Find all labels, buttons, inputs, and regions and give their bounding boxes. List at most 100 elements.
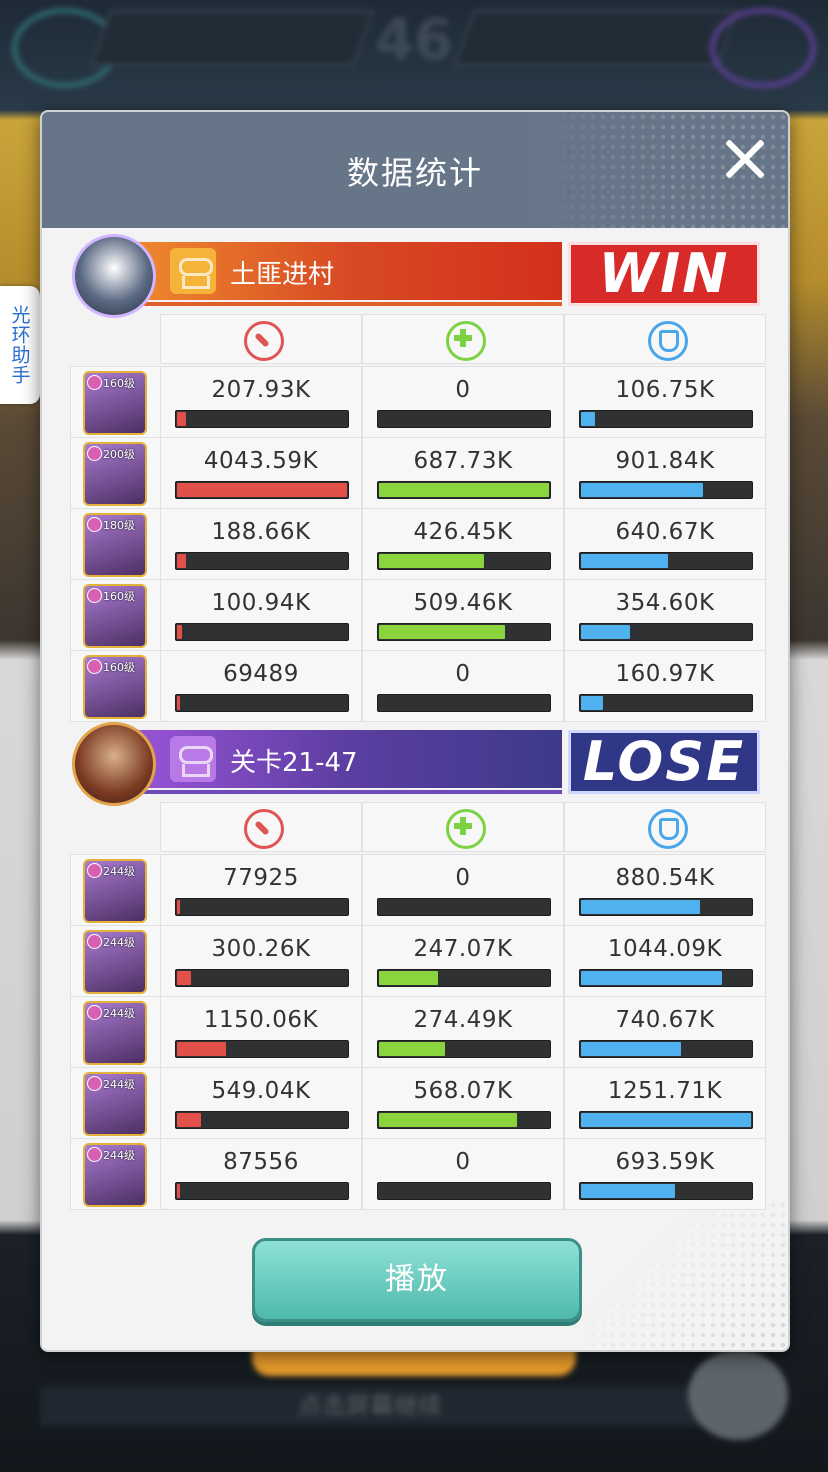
hero-portrait[interactable]: 244级 bbox=[83, 930, 147, 994]
defense-cell: 901.84K bbox=[564, 437, 766, 509]
heal-value: 426.45K bbox=[413, 519, 513, 545]
defense-value: 160.97K bbox=[615, 661, 715, 687]
hero-portrait[interactable]: 200级 bbox=[83, 442, 147, 506]
hero-level: 160级 bbox=[103, 377, 135, 390]
hero-level: 160级 bbox=[103, 590, 135, 603]
dialog-title: 数据统计 bbox=[346, 154, 483, 192]
background-hint: 点击屏幕继续 bbox=[40, 1386, 700, 1426]
heal-value: 274.49K bbox=[413, 1007, 513, 1033]
heal-bar-track bbox=[377, 1182, 551, 1200]
damage-bar-fill bbox=[177, 971, 191, 985]
heal-bar-track bbox=[377, 410, 551, 428]
damage-value: 188.66K bbox=[211, 519, 311, 545]
heal-cell: 0 bbox=[362, 366, 564, 438]
close-icon[interactable] bbox=[722, 136, 766, 180]
defense-bar-track bbox=[579, 481, 753, 499]
heal-cell: 274.49K bbox=[362, 996, 564, 1068]
hero-level: 160级 bbox=[103, 661, 135, 674]
defense-bar-track bbox=[579, 1111, 753, 1129]
faction-flag-icon bbox=[170, 248, 216, 294]
lose-badge: LOSE bbox=[568, 730, 760, 794]
hero-portrait[interactable]: 244级 bbox=[83, 859, 147, 923]
heal-bar-track bbox=[377, 1040, 551, 1058]
defense-value: 640.67K bbox=[615, 519, 715, 545]
hero-portrait[interactable]: 244级 bbox=[83, 1072, 147, 1136]
team-name: 关卡21-47 bbox=[230, 748, 358, 778]
damage-value: 100.94K bbox=[211, 590, 311, 616]
damage-cell: 77925 bbox=[160, 854, 362, 926]
defense-value: 740.67K bbox=[615, 1007, 715, 1033]
damage-bar-track bbox=[175, 694, 349, 712]
defense-bar-track bbox=[579, 410, 753, 428]
defense-cell: 740.67K bbox=[564, 996, 766, 1068]
win-badge: WIN bbox=[568, 242, 760, 306]
background-bottom-bar: 点击屏幕继续 bbox=[0, 1340, 828, 1472]
hero-portrait[interactable]: 160级 bbox=[83, 584, 147, 648]
hero-faction-icon bbox=[87, 934, 102, 949]
hero-faction-icon bbox=[87, 375, 102, 390]
defense-cell: 1251.71K bbox=[564, 1067, 766, 1139]
heal-bar-fill bbox=[379, 1113, 517, 1127]
hero-portrait[interactable]: 244级 bbox=[83, 1001, 147, 1065]
damage-cell: 69489 bbox=[160, 650, 362, 722]
background-top-bar: 46 bbox=[0, 0, 828, 110]
defense-bar-track bbox=[579, 898, 753, 916]
heal-cell: 509.46K bbox=[362, 579, 564, 651]
heal-bar-track bbox=[377, 1111, 551, 1129]
defense-value: 1251.71K bbox=[607, 1078, 723, 1104]
hero-faction-icon bbox=[87, 1147, 102, 1162]
right-team-emblem bbox=[710, 8, 816, 88]
hero-row: 180级 188.66K 426.45K 640.67K bbox=[70, 508, 766, 580]
damage-bar-fill bbox=[177, 483, 347, 497]
stats-header-cell bbox=[160, 802, 362, 852]
defense-bar-fill bbox=[581, 554, 668, 568]
team-banner-underline bbox=[130, 790, 562, 794]
hero-row: 160级 69489 0 160.97K bbox=[70, 650, 766, 722]
team-banner: 土匪进村 bbox=[130, 242, 562, 306]
stats-header-row bbox=[70, 802, 766, 852]
defense-cell: 106.75K bbox=[564, 366, 766, 438]
defense-bar-track bbox=[579, 694, 753, 712]
heal-value: 687.73K bbox=[413, 448, 513, 474]
assistant-side-tab[interactable]: 光环助手 bbox=[0, 286, 40, 404]
damage-bar-fill bbox=[177, 1042, 226, 1056]
hero-level: 244级 bbox=[103, 865, 135, 878]
team-section-1: 土匪进村 WIN 160级 207.93K 0 106.75K 200级 4043.59K 68… bbox=[70, 234, 766, 722]
damage-bar-track bbox=[175, 623, 349, 641]
defense-bar-fill bbox=[581, 900, 700, 914]
damage-value: 1150.06K bbox=[203, 1007, 319, 1033]
heal-cell: 687.73K bbox=[362, 437, 564, 509]
damage-bar-track bbox=[175, 1182, 349, 1200]
hero-portrait[interactable]: 160级 bbox=[83, 371, 147, 435]
damage-bar-fill bbox=[177, 696, 180, 710]
right-name-plate bbox=[453, 10, 739, 66]
team-banner-underline bbox=[130, 302, 562, 306]
corner-dot-pattern bbox=[588, 1200, 788, 1350]
damage-value: 549.04K bbox=[211, 1078, 311, 1104]
defense-cell: 160.97K bbox=[564, 650, 766, 722]
defense-cell: 880.54K bbox=[564, 854, 766, 926]
defense-bar-fill bbox=[581, 1042, 681, 1056]
heal-bar-track bbox=[377, 969, 551, 987]
hero-portrait[interactable]: 244级 bbox=[83, 1143, 147, 1207]
heal-value: 0 bbox=[455, 865, 471, 891]
defense-value: 1044.09K bbox=[607, 936, 723, 962]
heal-cell: 568.07K bbox=[362, 1067, 564, 1139]
hero-row: 244级 87556 0 693.59K bbox=[70, 1138, 766, 1210]
play-button[interactable]: 播放 bbox=[252, 1238, 582, 1322]
hero-portrait[interactable]: 160级 bbox=[83, 655, 147, 719]
heal-cell: 0 bbox=[362, 1138, 564, 1210]
hero-portrait[interactable]: 180级 bbox=[83, 513, 147, 577]
defense-icon bbox=[648, 809, 688, 849]
background-round-icon bbox=[688, 1350, 788, 1440]
defense-icon bbox=[648, 321, 688, 361]
stats-header-cell bbox=[160, 314, 362, 364]
hero-faction-icon bbox=[87, 588, 102, 603]
assistant-side-tab-label: 光环助手 bbox=[8, 305, 31, 385]
hero-faction-icon bbox=[87, 446, 102, 461]
heal-cell: 426.45K bbox=[362, 508, 564, 580]
hero-level: 180级 bbox=[103, 519, 135, 532]
hero-portrait-cell: 244级 bbox=[70, 854, 162, 926]
hero-row: 160级 100.94K 509.46K 354.60K bbox=[70, 579, 766, 651]
defense-bar-track bbox=[579, 1182, 753, 1200]
